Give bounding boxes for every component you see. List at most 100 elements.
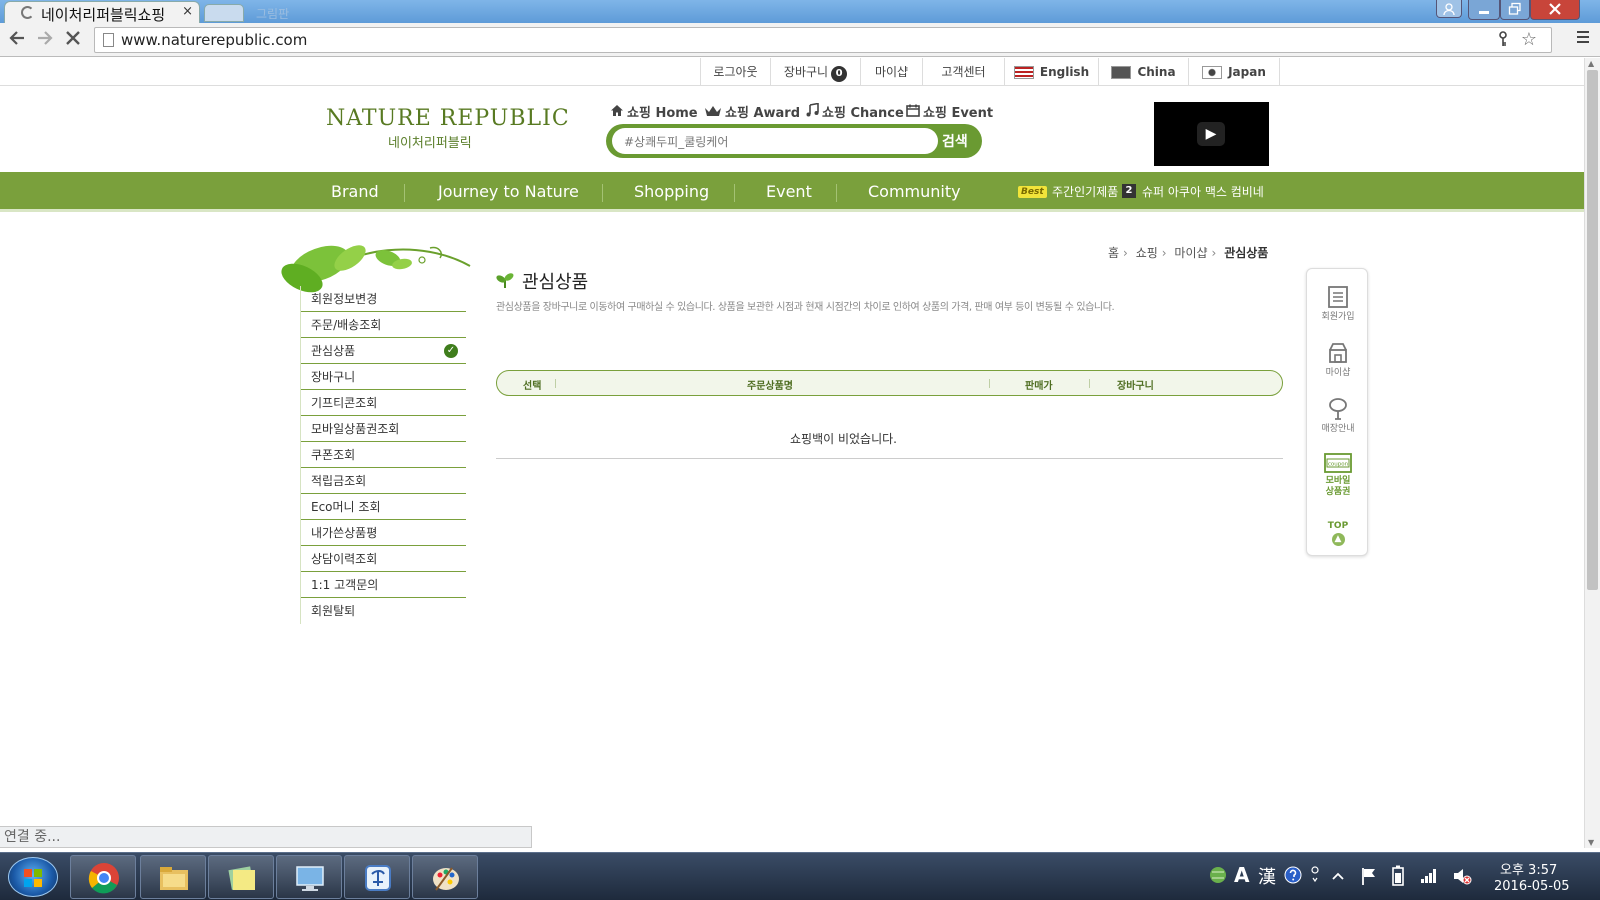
sidebar-item[interactable]: 주문/배송조회	[301, 312, 466, 338]
address-bar[interactable]: www.naturerepublic.com ☆	[94, 27, 1552, 53]
minimize-icon	[1479, 11, 1489, 14]
menu-icon[interactable]	[1576, 30, 1590, 44]
shop-nav-award[interactable]: 쇼핑 Award	[704, 102, 800, 121]
gnb-brand[interactable]: Brand	[331, 182, 379, 201]
sidebar-item[interactable]: 기프티콘조회	[301, 390, 466, 416]
taskbar-dictionary-app[interactable]	[344, 855, 410, 899]
action-center-flag-icon[interactable]	[1360, 866, 1378, 886]
taskbar-chrome[interactable]	[70, 855, 136, 899]
help-icon[interactable]	[1284, 866, 1302, 884]
sidebar-item[interactable]: 적립금조회	[301, 468, 466, 494]
best-weekly-label[interactable]: 주간인기제품	[1052, 183, 1118, 200]
gnb-shopping[interactable]: Shopping	[634, 182, 709, 201]
cart-link[interactable]: 장바구니 0	[770, 58, 860, 86]
calendar-icon	[906, 104, 920, 117]
battery-icon[interactable]	[1390, 865, 1406, 887]
search-button[interactable]: 검색	[942, 131, 968, 151]
bookmark-star-icon[interactable]: ☆	[1521, 29, 1537, 50]
scrollbar-thumb[interactable]	[1587, 70, 1598, 590]
back-arrow-icon[interactable]	[8, 29, 26, 47]
logo-korean[interactable]: 네이처리퍼블릭	[388, 132, 472, 151]
paint-palette-icon	[433, 867, 459, 891]
search-input[interactable]	[612, 128, 938, 154]
status-bubble: 연결 중...	[0, 826, 532, 848]
lang-japan-link[interactable]: Japan	[1188, 58, 1280, 86]
sidebar-item[interactable]: Eco머니 조회	[301, 494, 466, 520]
stop-loading-icon[interactable]	[64, 29, 82, 47]
taskbar-paint[interactable]	[412, 855, 478, 899]
logout-link[interactable]: 로그아웃	[700, 58, 770, 86]
shop-nav-home[interactable]: 쇼핑 Home	[610, 102, 698, 121]
close-icon	[1549, 3, 1561, 15]
window-close-button[interactable]	[1530, 0, 1580, 20]
forward-arrow-icon[interactable]	[36, 29, 54, 47]
browser-tab-active[interactable]: 네이처리퍼블릭쇼핑 ×	[4, 1, 200, 24]
scroll-top-button[interactable]: TOP ▲	[1307, 521, 1369, 546]
ranked-product-link[interactable]: 슈퍼 아쿠아 맥스 컴비네	[1142, 183, 1264, 200]
lang-english-link[interactable]: English	[1004, 58, 1098, 86]
sidebar-item-label: 모바일상품권조회	[311, 422, 400, 436]
gnb-divider	[602, 184, 603, 202]
sidebar-item[interactable]: 모바일상품권조회	[301, 416, 466, 442]
page-scrollbar[interactable]: ▲ ▼	[1584, 58, 1600, 848]
new-tab-button[interactable]	[204, 4, 244, 22]
ime-mode-hanja[interactable]: 漢	[1258, 863, 1276, 889]
url-text[interactable]: www.naturerepublic.com	[121, 31, 307, 49]
user-profile-button[interactable]	[1436, 0, 1462, 18]
network-signal-icon[interactable]	[1420, 867, 1438, 883]
empty-wishlist-message: 쇼핑백이 비었습니다.	[790, 432, 897, 446]
sidebar-item[interactable]: 내가쓴상품평	[301, 520, 466, 546]
taskbar-remote-desktop[interactable]	[276, 855, 342, 899]
myshop-link[interactable]: 마이샵	[860, 58, 922, 86]
quick-join-button[interactable]: 회원가입	[1307, 285, 1369, 323]
tree-icon	[1329, 398, 1347, 420]
browser-toolbar: www.naturerepublic.com ☆	[0, 23, 1600, 57]
breadcrumb-myshop[interactable]: 마이샵	[1174, 246, 1207, 260]
language-globe-icon[interactable]	[1208, 866, 1228, 884]
shop-nav-chance[interactable]: 쇼핑 Chance	[806, 102, 904, 121]
breadcrumb-home[interactable]: 홈	[1108, 246, 1119, 260]
sidebar-item[interactable]: 상담이력조회	[301, 546, 466, 572]
play-icon[interactable]: ▶	[1197, 122, 1225, 146]
sidebar-item[interactable]: 1:1 고객문의	[301, 572, 466, 598]
sidebar-item[interactable]: 회원탈퇴	[301, 598, 466, 624]
mypage-sidebar-menu: 회원정보변경 주문/배송조회 관심상품 ✓ 장바구니 기프티콘조회모바일상품권조회쿠폰조회…	[300, 286, 466, 624]
quick-myshop-button[interactable]: 마이샵	[1307, 341, 1369, 379]
breadcrumb-shopping[interactable]: 쇼핑	[1136, 246, 1158, 260]
shop-nav-event[interactable]: 쇼핑 Event	[906, 102, 993, 121]
ime-settings-icon[interactable]	[1310, 865, 1320, 885]
sidebar-item[interactable]: 관심상품 ✓	[301, 338, 466, 364]
windows-logo-icon	[24, 869, 42, 887]
clock-time[interactable]: 오후 3:57	[1500, 859, 1557, 878]
chrome-icon	[88, 863, 119, 894]
gnb-event[interactable]: Event	[766, 182, 812, 201]
scroll-up-icon[interactable]: ▲	[1588, 59, 1594, 68]
taskbar-file-explorer[interactable]	[140, 855, 206, 899]
page-icon	[103, 33, 114, 47]
window-minimize-button[interactable]	[1468, 0, 1500, 20]
ghost-tab-label: 그림판	[256, 7, 290, 21]
volume-muted-icon[interactable]	[1452, 866, 1472, 886]
sidebar-item[interactable]: 쿠폰조회	[301, 442, 466, 468]
tab-close-button[interactable]: ×	[182, 4, 193, 19]
clock-date[interactable]: 2016-05-05	[1494, 879, 1570, 894]
search-bar: 검색	[606, 124, 982, 158]
key-icon[interactable]	[1497, 31, 1509, 47]
gnb-journey-to-nature[interactable]: Journey to Nature	[438, 182, 579, 201]
sidebar-item[interactable]: 회원정보변경	[301, 286, 466, 312]
sidebar-item[interactable]: 장바구니	[301, 364, 466, 390]
window-restore-button[interactable]	[1500, 0, 1530, 20]
quick-store-locator-button[interactable]: 매장안내	[1307, 397, 1369, 435]
start-button[interactable]	[8, 857, 58, 897]
customer-center-link[interactable]: 고객센터	[922, 58, 1004, 86]
promo-video[interactable]: ▶	[1154, 102, 1269, 166]
quick-mobile-voucher-button[interactable]: coupon 모바일 상품권	[1307, 453, 1369, 498]
taskbar-sticky-notes[interactable]	[208, 855, 274, 899]
logo-english[interactable]: NATURE REPUBLIC	[326, 106, 570, 131]
gnb-community[interactable]: Community	[868, 182, 961, 201]
scroll-down-icon[interactable]: ▼	[1588, 838, 1594, 847]
ime-mode-a[interactable]: A	[1234, 863, 1249, 887]
lang-china-link[interactable]: China	[1098, 58, 1188, 86]
show-hidden-icons-icon[interactable]	[1332, 871, 1344, 881]
col-divider	[989, 379, 990, 388]
